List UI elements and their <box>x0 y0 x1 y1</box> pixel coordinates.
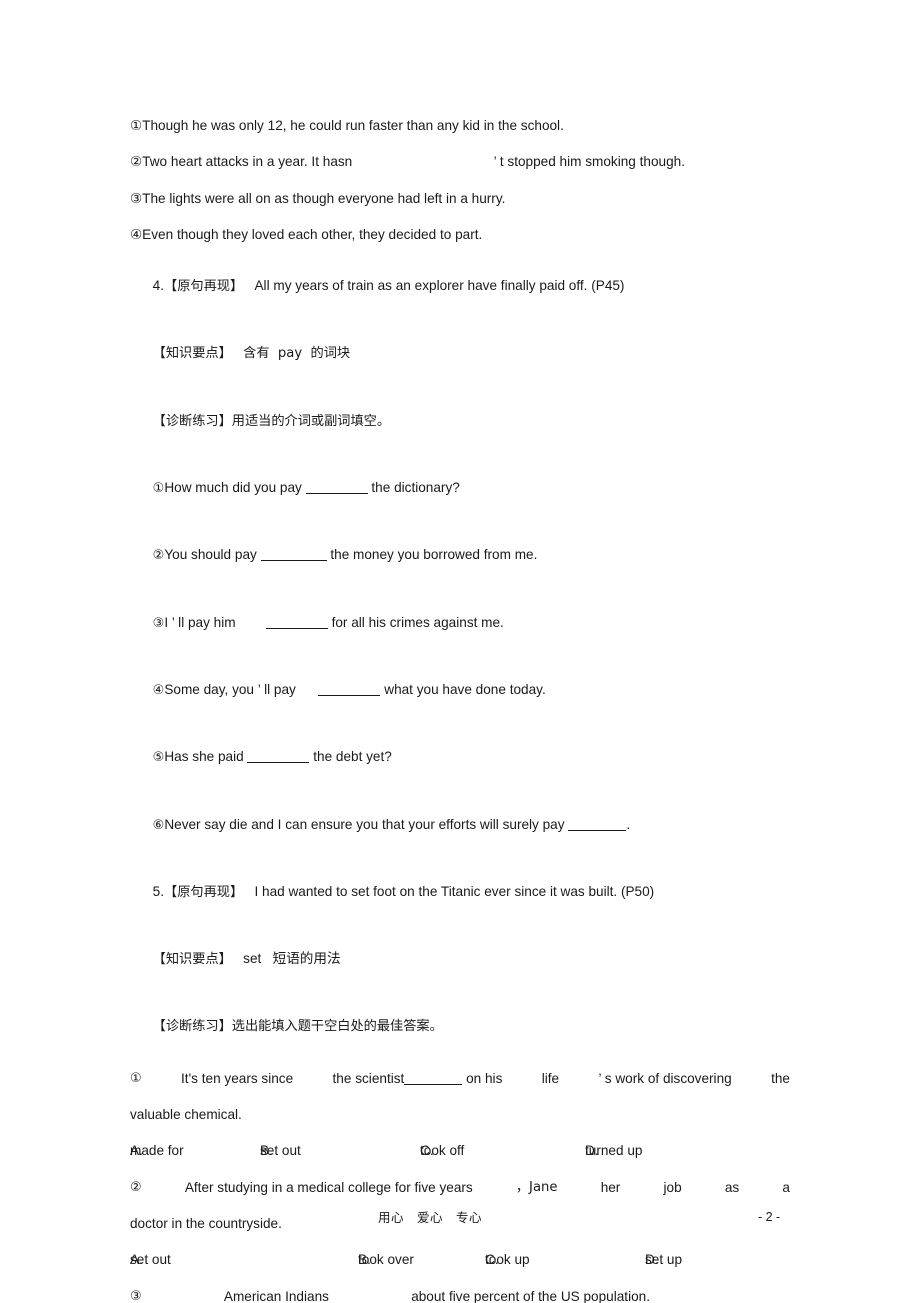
section5-heading-sentence: I had wanted to set foot on the Titanic … <box>254 883 655 899</box>
question-2-token-1: ，Jane <box>515 1179 558 1195</box>
question-1-token-1: the scientist <box>332 1070 405 1086</box>
fill-item-6-before: Never say die and I can ensure you that … <box>164 816 569 832</box>
option-text: made for <box>130 1143 184 1159</box>
fill-item-4-num: ④ <box>152 682 165 698</box>
question-1-num: ① <box>130 1070 142 1086</box>
question-2-token-3: job <box>663 1179 682 1195</box>
example-sentence-2-tail: ’ t stopped him smoking though. <box>493 154 685 170</box>
question-1-token-3: life <box>541 1070 560 1086</box>
question-2-num: ② <box>130 1179 142 1195</box>
fill-item-1-blank[interactable] <box>305 493 368 495</box>
question-2-options: A. set out B. took over C. took up D. set up <box>130 1252 790 1267</box>
example-sentence-2: ②Two heart attacks in a year. It hasn ’ … <box>130 154 685 169</box>
question-1-token-4: ’ s work of discovering <box>598 1070 732 1086</box>
fill-item-5-blank[interactable] <box>247 762 310 764</box>
fill-item-6-after: . <box>626 816 631 832</box>
section4-point: 【知识要点】 含有 pay 的词块 <box>130 330 790 376</box>
footer-slogan-2: 爱心 <box>417 1210 444 1225</box>
question-3-token-0: American Indians <box>223 1288 329 1303</box>
section4-heading: 4.【原句再现】 All my years of train as an exp… <box>130 263 790 309</box>
section4-point-text: 含有 pay 的词块 <box>243 346 351 362</box>
fill-item-3-after: for all his crimes against me. <box>327 614 504 630</box>
option-text: took over <box>358 1252 414 1268</box>
question-1-token-0: It's ten years since <box>181 1070 294 1086</box>
section5-practice-text: 选出能填入题干空白处的最佳答案。 <box>231 1019 443 1035</box>
question-3-num: ③ <box>130 1288 142 1303</box>
section4-heading-sentence: All my years of train as an explorer hav… <box>254 278 625 294</box>
fill-item-6-blank[interactable] <box>568 829 627 831</box>
question-1-token-2: on his <box>466 1070 503 1086</box>
question-2-token-5: a <box>782 1179 790 1195</box>
section4-practice: 【诊断练习】用适当的介词或副词填空。 <box>130 398 790 444</box>
fill-item-2-blank[interactable] <box>260 560 327 562</box>
fill-item-3-blank[interactable] <box>265 627 328 629</box>
section4-heading-tag: 【原句再现】 <box>164 279 244 295</box>
footer-slogan-1: 用心 <box>378 1210 405 1225</box>
fill-item-6-num: ⑥ <box>152 817 165 833</box>
section4-point-tag: 【知识要点】 <box>152 346 232 362</box>
fill-item-3-before: I ’ ll pay him <box>164 614 266 630</box>
question-1-options: A. made for B. set out C. took off D. tu… <box>130 1143 790 1158</box>
question-3-token-1: about five percent of the US population. <box>411 1288 650 1303</box>
option-text: took off <box>420 1143 465 1159</box>
footer-slogan-3: 专心 <box>456 1210 483 1225</box>
option-text: turned up <box>585 1143 643 1159</box>
question-1-token-5: the <box>771 1070 790 1086</box>
section5-point-tag: 【知识要点】 <box>152 952 232 968</box>
fill-item-5-num: ⑤ <box>152 750 165 766</box>
example-sentence-1: ①Though he was only 12, he could run fas… <box>130 118 564 133</box>
section4-practice-text: 用适当的介词或副词填空。 <box>231 413 391 429</box>
example-sentence-4: ④Even though they loved each other, they… <box>130 226 483 242</box>
fill-item-1: ①How much did you pay the dictionary? <box>130 465 790 511</box>
section5-heading: 5.【原句再现】 I had wanted to set foot on the… <box>130 869 790 915</box>
fill-item-4-before: Some day, you ’ ll pay <box>164 681 319 697</box>
fill-item-6: ⑥Never say die and I can ensure you that… <box>130 802 790 848</box>
section4-practice-tag: 【诊断练习】 <box>152 413 232 429</box>
question-2-token-0: After studying in a medical college for … <box>184 1179 473 1195</box>
question-3-stem-line1: ③ American Indians about five percent of… <box>130 1289 650 1303</box>
fill-item-5: ⑤Has she paid the debt yet? <box>130 734 790 780</box>
fill-item-2-before: You should pay <box>164 547 261 563</box>
option-text: took up <box>485 1252 530 1268</box>
option-text: set out <box>260 1143 301 1159</box>
fill-item-2: ②You should pay the money you borrowed f… <box>130 532 790 578</box>
document-page: ①Though he was only 12, he could run fas… <box>0 0 920 1303</box>
fill-item-1-after: the dictionary? <box>367 480 460 496</box>
fill-item-1-before: How much did you pay <box>164 480 306 496</box>
example-sentence-3: ③The lights were all on as though everyo… <box>130 190 506 206</box>
fill-item-5-after: the debt yet? <box>309 749 392 765</box>
question-2-stem-line1: ② After studying in a medical college fo… <box>130 1180 790 1195</box>
page-footer: 用心 爱心 专心 - 2 - <box>0 1210 920 1230</box>
section5-practice-tag: 【诊断练习】 <box>152 1019 232 1035</box>
page-content: ①Though he was only 12, he could run fas… <box>130 118 790 1303</box>
question-1-blank[interactable] <box>404 1083 463 1085</box>
section5-heading-tag: 【原句再现】 <box>164 884 244 900</box>
fill-item-3: ③I ’ ll pay him for all his crimes again… <box>130 600 790 646</box>
question-1-token-1-with-blank: the scientist on his <box>333 1071 503 1086</box>
fill-item-1-num: ① <box>152 481 165 497</box>
question-2-token-4: as <box>724 1179 740 1195</box>
fill-item-3-num: ③ <box>152 615 165 631</box>
option-text: set out <box>130 1252 171 1268</box>
fill-item-5-before: Has she paid <box>164 749 248 765</box>
section5-point-text: set 短语的用法 <box>243 951 341 967</box>
section5-number: 5. <box>152 883 165 899</box>
section5-practice: 【诊断练习】选出能填入题干空白处的最佳答案。 <box>130 1003 790 1049</box>
section5-point: 【知识要点】 set 短语的用法 <box>130 936 790 982</box>
fill-item-2-num: ② <box>152 548 165 564</box>
fill-item-2-after: the money you borrowed from me. <box>326 547 538 563</box>
fill-item-4-after: what you have done today. <box>380 681 546 697</box>
fill-item-4: ④Some day, you ’ ll pay what you have do… <box>130 667 790 713</box>
option-text: set up <box>645 1252 683 1268</box>
section4-number: 4. <box>152 278 165 294</box>
question-2-token-2: her <box>600 1179 621 1195</box>
fill-item-4-blank[interactable] <box>318 694 381 696</box>
question-1-stem-line2: valuable chemical. <box>130 1107 242 1123</box>
example-sentence-2-head: ②Two heart attacks in a year. It hasn <box>130 154 353 170</box>
footer-slogan: 用心 爱心 专心 <box>378 1210 495 1225</box>
footer-page-number: - 2 - <box>758 1210 781 1224</box>
question-1-stem-line1: ① It's ten years since the scientist on … <box>130 1071 790 1086</box>
